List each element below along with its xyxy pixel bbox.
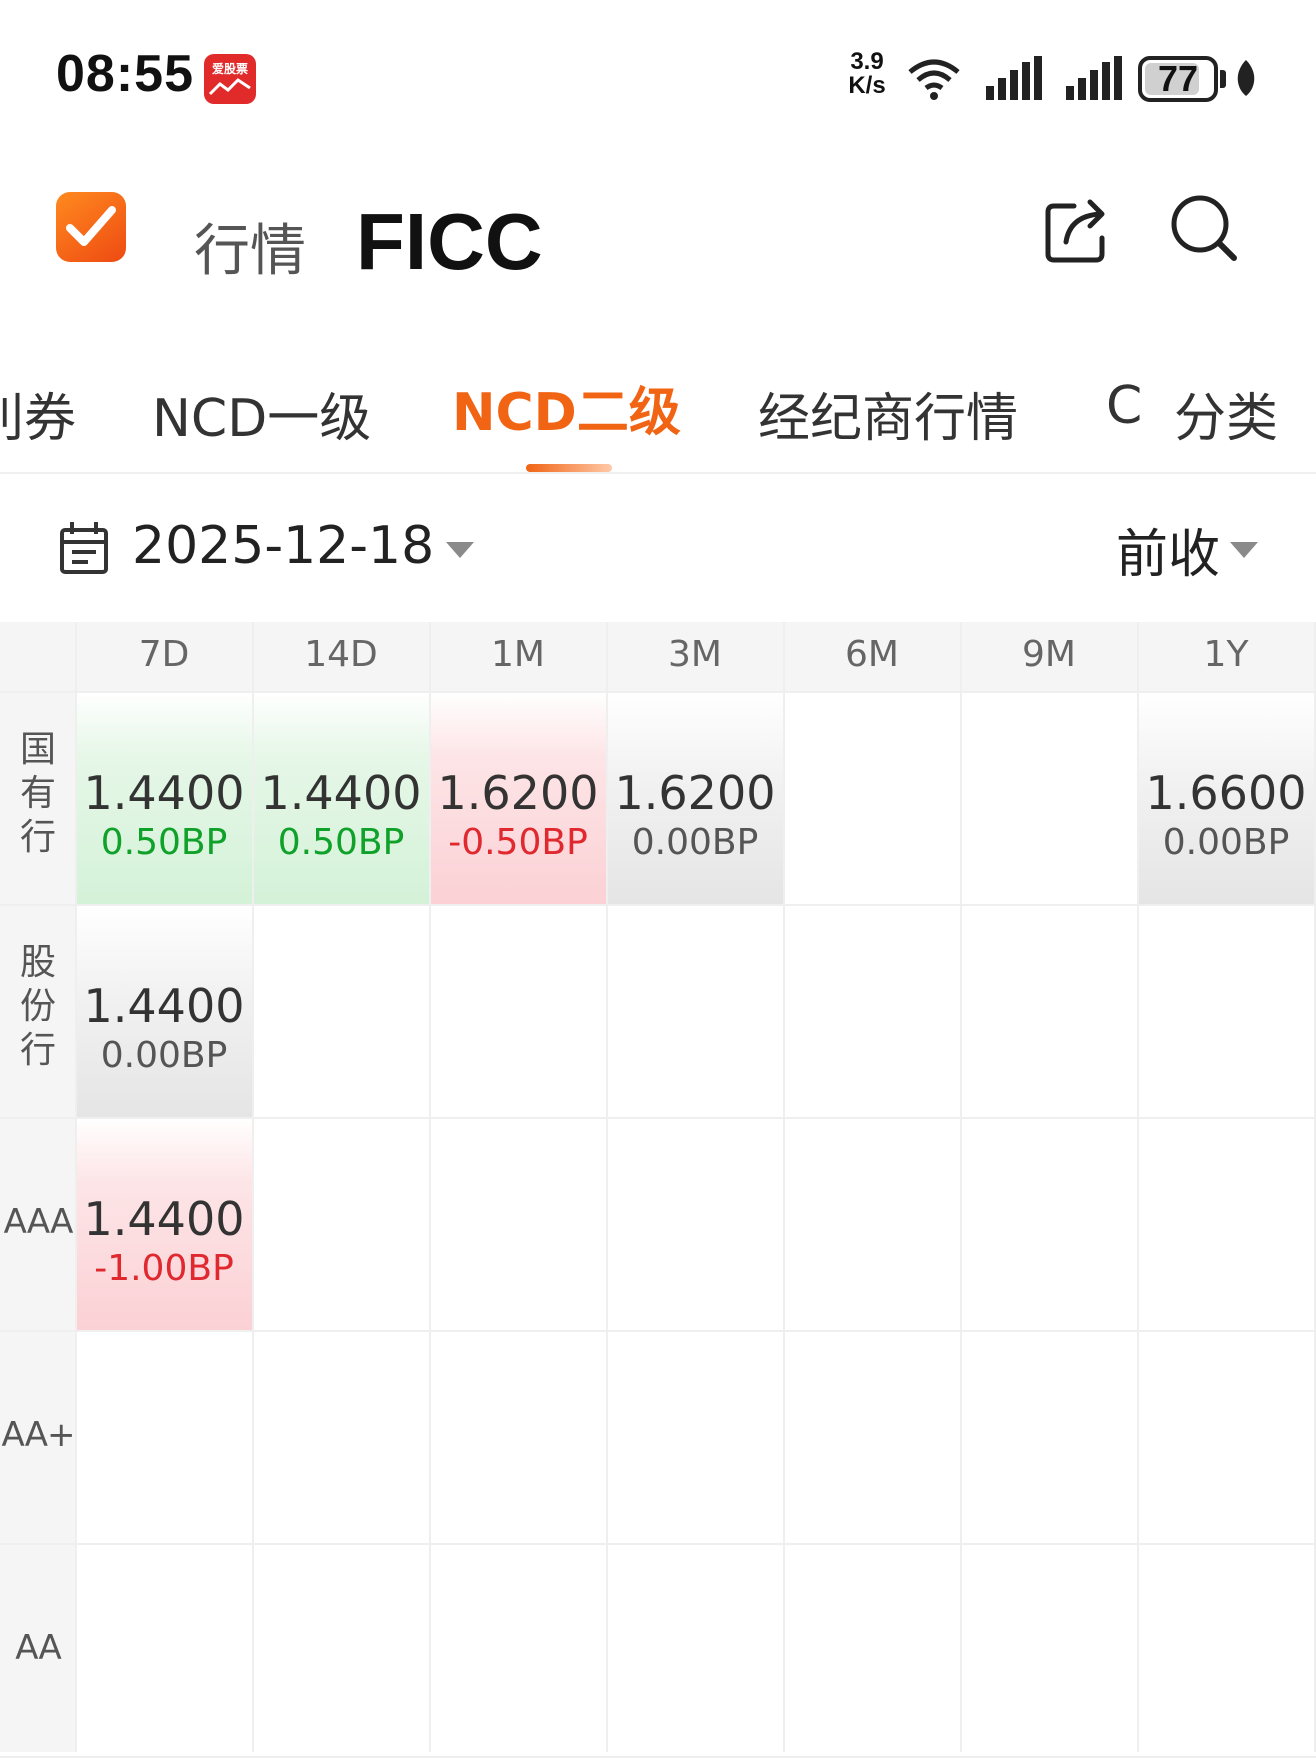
grid-divider bbox=[960, 622, 962, 1752]
column-header-1y: 1Y bbox=[1203, 634, 1249, 675]
quote-cell[interactable]: 1.4400 0.50BP bbox=[76, 692, 252, 904]
yield-change: 0.00BP bbox=[631, 822, 759, 863]
tab-broker-quotes[interactable]: 经纪商行情 bbox=[758, 376, 1018, 451]
column-header-9m: 9M bbox=[1022, 634, 1076, 675]
share-icon[interactable] bbox=[1040, 192, 1116, 268]
column-header-14d: 14D bbox=[304, 634, 378, 675]
grid-divider bbox=[606, 622, 608, 1752]
quote-cell[interactable]: 1.6600 0.00BP bbox=[1138, 692, 1314, 904]
quote-cell[interactable]: 1.6200 0.00BP bbox=[607, 692, 783, 904]
row-header: 股 份 行 bbox=[19, 942, 56, 1071]
grid-header-row: 7D 14D 1M 3M 6M 9M 1Y bbox=[0, 622, 1316, 692]
power-saving-leaf-icon bbox=[1237, 60, 1255, 96]
tab-bond[interactable]: 利券 bbox=[0, 376, 76, 451]
network-speed-unit: K/s bbox=[848, 72, 886, 99]
yield-change: 0.00BP bbox=[1162, 822, 1290, 863]
app-notification-icon: 爱股票 bbox=[204, 54, 256, 104]
app-header: 行情 FICC bbox=[0, 150, 1316, 320]
yield-value: 1.4400 bbox=[83, 979, 245, 1033]
signal-strength-icon-2 bbox=[1066, 56, 1122, 100]
column-header-7d: 7D bbox=[138, 634, 190, 675]
status-time: 08:55 bbox=[56, 45, 194, 103]
yield-value: 1.6200 bbox=[614, 766, 776, 820]
yield-value: 1.4400 bbox=[260, 766, 422, 820]
grid-divider bbox=[783, 622, 785, 1752]
app-notification-icon-text: 爱股票 bbox=[211, 62, 248, 76]
quote-cell[interactable]: 1.4400 0.50BP bbox=[253, 692, 429, 904]
grid-divider bbox=[0, 904, 1316, 906]
yield-change: 0.50BP bbox=[100, 822, 228, 863]
row-header: AA bbox=[15, 1628, 61, 1668]
yield-value: 1.6200 bbox=[437, 766, 599, 820]
chevron-down-icon[interactable] bbox=[446, 542, 474, 558]
nav-label-market[interactable]: 行情 bbox=[194, 206, 306, 287]
row-header: AA+ bbox=[1, 1415, 76, 1455]
yield-change: 0.00BP bbox=[100, 1035, 228, 1076]
row-header: 国 有 行 bbox=[19, 729, 56, 858]
grid-divider bbox=[0, 1543, 1316, 1545]
search-icon[interactable] bbox=[1166, 190, 1242, 266]
quote-cell[interactable]: 1.4400 0.00BP bbox=[76, 905, 252, 1117]
grid-divider bbox=[0, 1117, 1316, 1119]
battery-level: 77 bbox=[1157, 58, 1199, 99]
column-header-3m: 3M bbox=[668, 634, 722, 675]
yield-value: 1.4400 bbox=[83, 1192, 245, 1246]
chevron-down-icon-price-type[interactable] bbox=[1230, 542, 1258, 558]
wifi-icon bbox=[908, 59, 960, 100]
status-bar: 08:55 爱股票 3.9 K/s 77 bbox=[0, 0, 1316, 150]
grid-divider bbox=[0, 1330, 1316, 1332]
tab-categories[interactable]: 分类 bbox=[1170, 376, 1279, 451]
quote-cell[interactable]: 1.4400 -1.00BP bbox=[76, 1118, 252, 1330]
price-type-selector[interactable]: 前收 bbox=[1116, 512, 1220, 587]
yield-value: 1.4400 bbox=[83, 766, 245, 820]
signal-strength-icon bbox=[986, 56, 1042, 100]
battery-icon: 77 bbox=[1138, 56, 1218, 102]
grid-divider bbox=[252, 622, 254, 1752]
quote-cell[interactable]: 1.6200 -0.50BP bbox=[430, 692, 606, 904]
yield-change: 0.50BP bbox=[277, 822, 405, 863]
category-tabs: 利券 NCD一级 NCD二级 经纪商行情 C 分类 bbox=[0, 350, 1316, 474]
column-header-1m: 1M bbox=[491, 634, 545, 675]
yield-change: -0.50BP bbox=[448, 822, 588, 863]
tab-ncd-secondary[interactable]: NCD二级 bbox=[452, 370, 681, 445]
grid-divider bbox=[429, 622, 431, 1752]
calendar-icon[interactable] bbox=[58, 520, 110, 576]
tab-ncd-primary[interactable]: NCD一级 bbox=[152, 376, 371, 451]
network-speed: 3.9 K/s bbox=[842, 50, 892, 98]
date-selector[interactable]: 2025-12-18 bbox=[132, 516, 434, 576]
battery-nub bbox=[1220, 70, 1226, 88]
row-header: AAA bbox=[3, 1202, 74, 1242]
network-speed-value: 3.9 bbox=[850, 48, 884, 75]
yield-value: 1.6600 bbox=[1145, 766, 1307, 820]
app-logo-check-icon[interactable] bbox=[56, 192, 126, 262]
grid-divider bbox=[75, 622, 77, 1752]
yield-change: -1.00BP bbox=[94, 1248, 234, 1289]
active-tab-indicator bbox=[526, 464, 612, 472]
yield-grid: 7D 14D 1M 3M 6M 9M 1Y 国 有 行 1.4400 0.50BP 1.4400 0… bbox=[0, 622, 1316, 1758]
filter-row: 2025-12-18 前收 bbox=[0, 476, 1316, 622]
column-header-6m: 6M bbox=[845, 634, 899, 675]
page-title: FICC bbox=[356, 197, 543, 286]
grid-divider bbox=[0, 691, 1316, 693]
grid-divider bbox=[1137, 622, 1139, 1752]
tab-c[interactable]: C bbox=[1106, 376, 1142, 436]
